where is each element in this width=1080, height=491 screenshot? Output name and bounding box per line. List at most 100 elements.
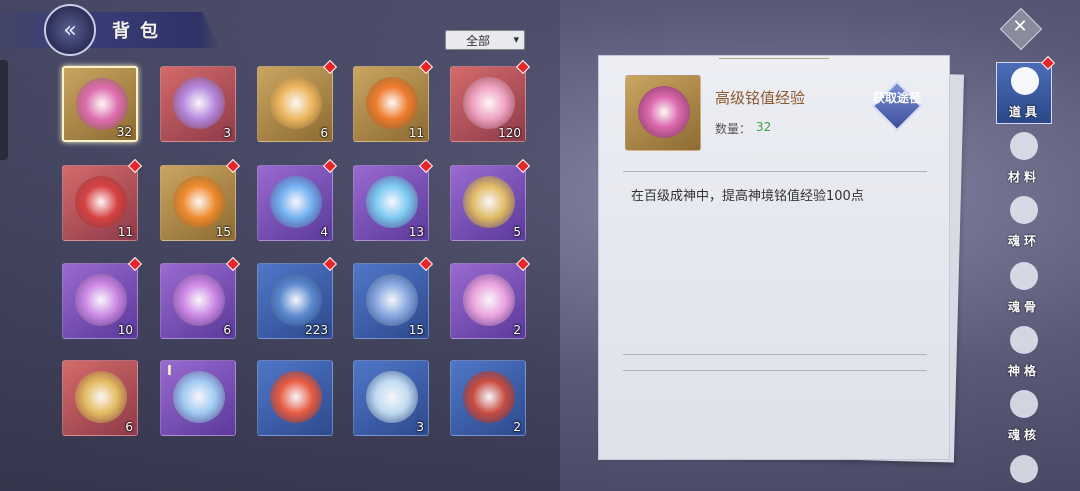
purple-rune-book-icon [173,77,225,129]
inventory-slot[interactable]: 2 [450,263,526,339]
inventory-slot[interactable]: 11 [353,66,429,142]
item-quantity: 11 [408,126,424,140]
tab-label: 道具 [1008,105,1041,119]
inventory-slot[interactable]: 15 [160,165,236,241]
page-title: 背包 [112,21,168,42]
close-button[interactable]: ✕ [999,7,1043,51]
chevron-down-icon: ▾ [513,33,519,46]
treasure-chest-icon [463,176,515,228]
inventory-slot[interactable]: 13 [353,165,429,241]
detail-qty-value: 32 [756,120,772,134]
inventory-slot[interactable]: 3 [160,66,236,142]
red-spellbook-icon [463,371,515,423]
inventory-slot[interactable]: 3 [353,360,429,436]
tab-label: 魂核 [1007,428,1040,442]
divine-sigil-icon [1010,326,1038,354]
spirit-beast-icon [366,371,418,423]
item-quantity: 6 [125,420,133,434]
detail-item-name: 高级铭值经验 [715,89,806,107]
back-button[interactable]: « [44,4,96,56]
tab-label: 魂骨 [1007,300,1040,314]
violet-mask-icon [173,274,225,326]
tab-label: 神格 [1007,364,1040,378]
item-quantity: 6 [320,126,328,140]
flame-emblem-icon [270,371,322,423]
tab-label: 魂环 [1007,234,1040,248]
golden-flame-icon [270,77,322,129]
filter-selected-value: 全部 [466,33,491,48]
soul-core-icon [1010,390,1038,418]
divider-top [623,171,927,172]
tab-soul-core[interactable]: 魂核 [996,386,1052,448]
inventory-slot[interactable]: 6 [160,263,236,339]
detail-item-icon [625,75,701,151]
tier-tag: I [167,364,172,379]
item-quantity: 10 [117,323,133,337]
inventory-slot[interactable]: 5 [450,165,526,241]
divider-lower [623,370,927,371]
item-quantity: 11 [117,225,133,239]
pink-rune-card-icon [638,86,690,138]
more-tab-icon[interactable] [1010,455,1038,483]
title-bar [0,12,220,48]
pink-rune-card-icon [76,78,128,130]
inventory-slot[interactable]: 4 [257,165,333,241]
tab-ring[interactable]: 魂环 [996,192,1052,254]
item-quantity: 2 [513,323,521,337]
crystal-sphere-icon [173,371,225,423]
panel-ornament [719,58,829,65]
pink-coin-icon [463,77,515,129]
tab-divine-sigil[interactable]: 神格 [996,322,1052,384]
item-quantity: 15 [408,323,424,337]
inventory-slot[interactable]: 120 [450,66,526,142]
tab-feather[interactable]: 道具 [996,62,1052,124]
acquire-source-button[interactable]: 获取途径 [871,80,923,132]
inventory-slot[interactable]: 6 [257,66,333,142]
item-quantity: 15 [215,225,231,239]
yin-yang-bead-icon [75,176,127,228]
inventory-slot[interactable]: 11 [62,165,138,241]
close-icon: ✕ [1012,16,1028,37]
inventory-slot[interactable]: 15 [353,263,429,339]
item-quantity: 4 [320,225,328,239]
item-detail-panel: 高级铭值经验 数量： 32 获取途径 在百级成神中，提高神境铭值经验100点 [598,55,950,460]
mystery-bubble-icon [270,274,322,326]
ore-icon [1010,132,1038,160]
violet-mask-icon [75,274,127,326]
filter-dropdown[interactable]: 全部 ▾ [445,30,525,50]
item-quantity: 2 [513,420,521,434]
acquire-source-label: 获取途径 [872,91,921,105]
divider-mid [623,354,927,355]
item-quantity: 32 [116,125,132,139]
detail-qty-label: 数量： [715,122,752,136]
bone-wing-icon [1010,262,1038,290]
inventory-slot[interactable]: 10 [62,263,138,339]
blue-crystal-horn-icon [270,176,322,228]
inventory-slot[interactable]: 32 [62,66,138,142]
inventory-slot[interactable]: 6 [62,360,138,436]
tab-ore[interactable]: 材料 [996,128,1052,190]
water-swirl-orb-icon [366,176,418,228]
golden-key-icon [75,371,127,423]
item-quantity: 13 [408,225,424,239]
lotus-flower-icon [463,274,515,326]
orange-fire-orb-icon [366,77,418,129]
inventory-slot[interactable]: 223 [257,263,333,339]
item-quantity: 3 [416,420,424,434]
item-quantity: 223 [305,323,328,337]
mystery-horn-icon [366,274,418,326]
tab-label: 材料 [1007,170,1040,184]
inventory-slot[interactable]: I [160,360,236,436]
double-chevron-left-icon: « [63,17,77,43]
tab-bone-wing[interactable]: 魂骨 [996,258,1052,320]
item-quantity: 5 [513,225,521,239]
diamond-frame-icon [871,80,923,132]
item-quantity: 120 [498,126,521,140]
ring-icon [1010,196,1038,224]
inventory-slot[interactable]: 2 [450,360,526,436]
item-quantity: 6 [223,323,231,337]
fire-orb-icon [173,176,225,228]
feather-icon [1011,67,1039,95]
detail-description: 在百级成神中，提高神境铭值经验100点 [631,189,864,204]
inventory-slot[interactable] [257,360,333,436]
